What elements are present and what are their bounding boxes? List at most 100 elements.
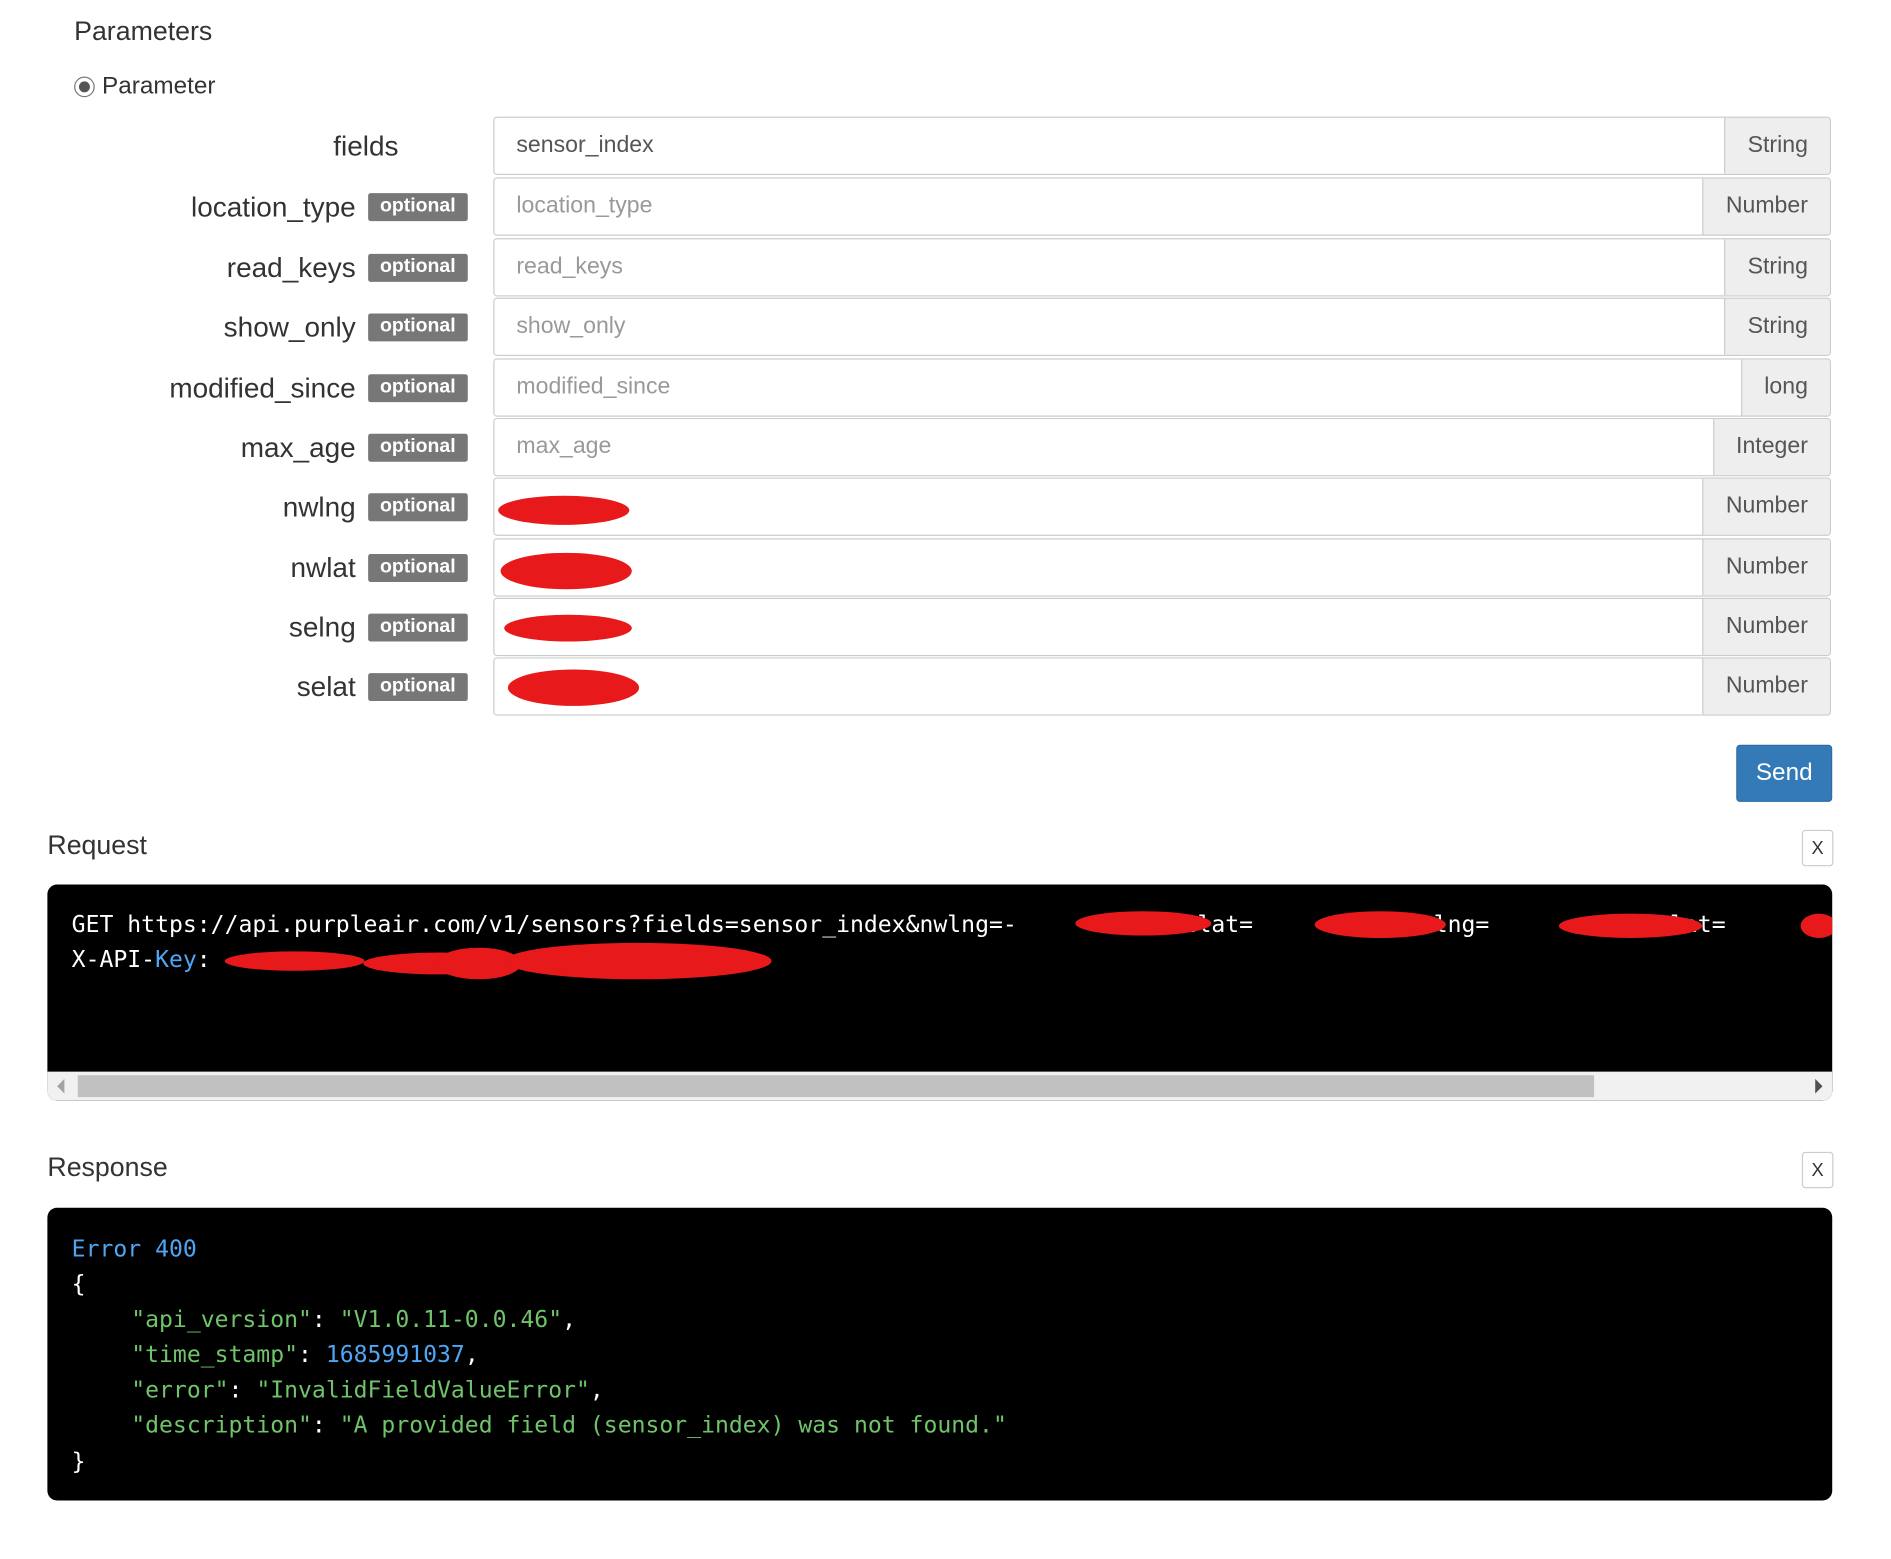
param-type-addon: long <box>1741 359 1830 416</box>
param-label: show_only optional <box>224 298 468 356</box>
redaction-mark <box>500 552 632 590</box>
selng-input[interactable] <box>494 598 1703 655</box>
optional-badge: optional <box>367 192 468 221</box>
param-row-selat: selat optional Number <box>0 657 1832 716</box>
param-input-group: String <box>493 297 1832 356</box>
param-input-group: String <box>493 116 1832 175</box>
param-name: modified_since <box>169 371 356 403</box>
redaction-mark <box>507 669 640 706</box>
json-close-brace: } <box>71 1448 86 1476</box>
param-label: location_type optional <box>191 177 468 235</box>
param-name: show_only <box>223 310 356 343</box>
redaction-mark <box>1314 911 1446 938</box>
param-input-group: Number <box>493 657 1832 716</box>
api-key-colon: : <box>196 946 211 974</box>
scroll-right-arrow-icon[interactable] <box>1815 1078 1823 1094</box>
location-type-input[interactable] <box>494 178 1703 235</box>
optional-badge: optional <box>367 612 468 641</box>
param-name: selat <box>296 670 356 702</box>
request-close-button[interactable]: X <box>1801 829 1834 867</box>
response-status-line: Error 400 <box>72 1236 197 1263</box>
param-label: selat optional <box>297 657 468 715</box>
param-name: nwlat <box>290 551 356 583</box>
redaction-mark <box>224 951 365 971</box>
show-only-input[interactable] <box>494 298 1725 355</box>
json-key: "api_version" <box>131 1306 312 1333</box>
param-name: fields <box>333 129 399 161</box>
selat-input[interactable] <box>494 658 1703 715</box>
redaction-mark <box>1075 911 1212 936</box>
redaction-mark <box>504 614 632 642</box>
param-row-location-type: location_type optional Number <box>0 177 1832 236</box>
param-label: read_keys optional <box>227 238 468 296</box>
json-open-brace: { <box>71 1270 86 1298</box>
json-key: "error" <box>131 1376 229 1404</box>
response-close-button[interactable]: X <box>1801 1151 1834 1189</box>
request-url-line: GET https://api.purpleair.com/v1/sensors… <box>71 911 1726 938</box>
json-field-line: "api_version": "V1.0.11-0.0.46", <box>131 1306 576 1333</box>
param-type-addon: String <box>1724 117 1830 174</box>
response-code-block: Error 400 { "api_version": "V1.0.11-0.0.… <box>47 1207 1833 1501</box>
max-age-input[interactable] <box>494 419 1713 476</box>
param-input-group: String <box>493 238 1832 297</box>
param-input-group: Number <box>493 177 1832 236</box>
send-button[interactable]: Send <box>1736 744 1833 802</box>
optional-badge: optional <box>367 253 468 282</box>
modified-since-input[interactable] <box>494 359 1742 416</box>
api-key-keyword: Key <box>155 946 197 974</box>
param-row-nwlng: nwlng optional Number <box>0 477 1832 536</box>
json-value: "A provided field (sensor_index) was not… <box>339 1411 1007 1439</box>
optional-badge: optional <box>367 312 468 341</box>
json-separator: : <box>311 1306 340 1333</box>
param-label: selng optional <box>289 598 468 656</box>
scrollbar-thumb[interactable] <box>77 1075 1595 1098</box>
request-header-line: X-API-Key: <box>72 946 211 973</box>
optional-badge: optional <box>367 433 468 462</box>
parameter-radio-option[interactable]: Parameter <box>74 73 216 101</box>
redaction-mark <box>498 495 630 525</box>
fields-input[interactable] <box>494 117 1725 174</box>
param-input-group: Number <box>493 597 1832 657</box>
radio-selected-icon[interactable] <box>74 76 95 98</box>
param-name: max_age <box>240 430 356 463</box>
request-code-block: GET https://api.purpleair.com/v1/sensors… <box>47 884 1833 1101</box>
param-row-fields: fields String <box>0 116 1832 175</box>
param-label: fields <box>333 117 398 175</box>
redaction-mark <box>1800 913 1833 938</box>
json-comma: , <box>589 1376 604 1404</box>
optional-badge: optional <box>367 553 468 582</box>
param-type-addon: Number <box>1702 598 1830 655</box>
read-keys-input[interactable] <box>494 239 1725 296</box>
json-field-line: "error": "InvalidFieldValueError", <box>131 1377 604 1404</box>
param-row-modified-since: modified_since optional long <box>0 358 1832 417</box>
param-input-group: Number <box>493 477 1832 536</box>
nwlng-input[interactable] <box>494 478 1703 535</box>
json-value: 1685991037 <box>325 1341 465 1369</box>
param-label: modified_since optional <box>169 358 468 416</box>
optional-badge: optional <box>367 373 468 402</box>
param-input-group: Number <box>493 538 1832 597</box>
json-value: "InvalidFieldValueError" <box>256 1376 590 1404</box>
optional-badge: optional <box>367 672 468 701</box>
param-row-selng: selng optional Number <box>0 597 1832 657</box>
response-title: Response <box>47 1151 168 1183</box>
json-field-line: "time_stamp": 1685991037, <box>131 1341 479 1368</box>
param-name: read_keys <box>226 250 356 283</box>
scroll-left-arrow-icon[interactable] <box>57 1078 65 1094</box>
json-field-line: "description": "A provided field (sensor… <box>131 1412 1007 1439</box>
optional-badge: optional <box>367 492 468 521</box>
request-title: Request <box>47 829 147 861</box>
param-label: max_age optional <box>241 418 468 476</box>
param-type-addon: String <box>1724 239 1830 296</box>
error-word: Error <box>71 1235 142 1263</box>
param-row-read-keys: read_keys optional String <box>0 238 1832 297</box>
nwlat-input[interactable] <box>494 539 1703 596</box>
redaction-mark <box>504 942 772 980</box>
param-name: location_type <box>191 190 356 222</box>
param-input-group: Integer <box>493 417 1832 477</box>
json-key: "time_stamp" <box>131 1341 299 1369</box>
param-type-addon: Number <box>1702 658 1830 715</box>
param-type-addon: Integer <box>1712 419 1830 476</box>
request-horizontal-scrollbar[interactable] <box>47 1071 1833 1101</box>
json-separator: : <box>298 1341 326 1369</box>
